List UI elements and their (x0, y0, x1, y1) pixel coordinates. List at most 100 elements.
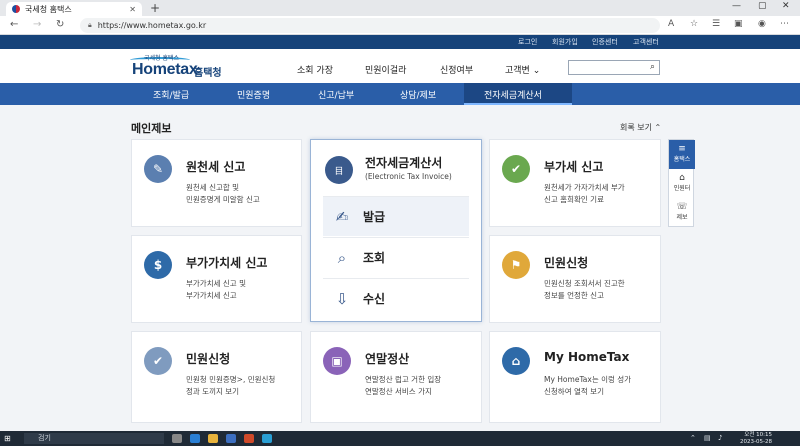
system-clock[interactable]: 오전 10:15 2023-05-28 (740, 432, 772, 445)
file-explorer-icon[interactable] (208, 434, 218, 443)
profile-icon[interactable]: ◉ (758, 19, 766, 29)
card-civil-request[interactable]: ⚑ 민원신청 민원신청 조회서서 진고한 정보를 언정한 신고 (489, 235, 661, 323)
magnifier-document-icon: ⌕ (337, 248, 347, 267)
card-desc: 원천세 신고합 및 민원증명게 미알함 신고 (186, 183, 260, 204)
quick-report[interactable]: ☏ 제보 (669, 198, 695, 227)
quick-label: 인원터 (673, 185, 691, 192)
menu-e-tax-invoice[interactable]: 전자세금계산서 (484, 88, 542, 101)
volume-icon[interactable]: ♪ (718, 434, 722, 442)
inquiry-label: 조회 (363, 251, 386, 265)
tray-chevron-icon[interactable]: ⌃ (690, 434, 696, 442)
card-title: 민원신청 (544, 256, 589, 270)
cert-center-link[interactable]: 인증센터 (592, 37, 618, 47)
e-tax-invoice-panel: 目 전자세금계산서 (Electronic Tax Invoice) ✍ 발급 … (310, 139, 482, 322)
receive-button[interactable]: ⇩ 수신 (323, 278, 469, 318)
card-title: 연말정산 (365, 352, 410, 366)
site-header: 국세청 홈택스 Hometax 홈택청 소회 가장 민원이걸라 신정여부 고객변… (0, 49, 800, 83)
house-icon: ⌂ (679, 173, 685, 183)
close-window-icon[interactable]: ✕ (782, 1, 790, 11)
quick-label: 홈택스 (673, 156, 691, 163)
inbox-download-icon: ⇩ (335, 289, 349, 308)
network-icon[interactable]: ▤ (704, 434, 711, 442)
signup-link[interactable]: 회원가입 (552, 37, 578, 47)
store-icon[interactable] (226, 434, 236, 443)
card-desc: 민원청 민원증명>, 민원신청 정과 도끼지 보기 (186, 375, 276, 396)
login-link[interactable]: 로그인 (518, 37, 537, 47)
card-desc: My HomeTax는 이렁 성가 신청하여 열적 보기 (544, 375, 632, 396)
gnb-item-customer[interactable]: 고객변 ⌄ (505, 63, 540, 76)
office-icon[interactable] (244, 434, 254, 443)
browser-tab-strip: 국세청 홈택스 ✕ + — ▢ ✕ (0, 0, 800, 16)
quick-hometax[interactable]: ≡ 홈택스 (669, 140, 695, 169)
favorite-icon[interactable]: ☆ (690, 19, 698, 29)
back-icon[interactable]: ← (10, 19, 18, 30)
more-menu-icon[interactable]: ⋯ (780, 19, 789, 29)
close-tab-icon[interactable]: ✕ (129, 5, 136, 14)
section-title: 메인제보 (131, 122, 172, 135)
read-aloud-icon[interactable]: A (668, 19, 674, 29)
gnb-item-1[interactable]: 소회 가장 (297, 63, 333, 76)
tax-document-icon: $ (144, 251, 172, 279)
card-value-added-tax[interactable]: $ 부가가치세 신고 부가가치세 신고 및 부가가치세 신고 (131, 235, 302, 323)
gnb-item-2[interactable]: 민원이걸라 (365, 63, 406, 76)
checklist-icon: ✔ (502, 155, 530, 183)
feature-title: 전자세금계산서 (365, 156, 443, 170)
card-year-end-settlement[interactable]: ▣ 연말정산 연말정산 럽고 거한 입장 연말정산 서비스 가지 (310, 331, 482, 423)
clipboard-icon: ✎ (144, 155, 172, 183)
refresh-icon[interactable]: ↻ (56, 19, 64, 30)
url-field[interactable]: 🔒︎ https://www.hometax.go.kr (80, 18, 660, 33)
card-title: 원천세 신고 (186, 160, 246, 174)
maximize-icon[interactable]: ▢ (758, 1, 767, 11)
collections-icon[interactable]: ▣ (734, 19, 743, 29)
menu-icon: ≡ (678, 144, 686, 154)
form-check-icon: ✔ (144, 347, 172, 375)
menu-lookup-issue[interactable]: 조회/발급 (153, 88, 189, 101)
card-civil-request-2[interactable]: ✔ 민원신청 민원청 민원증명>, 민원신청 정과 도끼지 보기 (131, 331, 302, 423)
utility-bar: 로그인 회원가입 인증센터 고객센터 (0, 35, 800, 49)
main-menu: 조회/발급 민원증명 신고/납부 상담/제보 전자세금계산서 (0, 83, 800, 105)
stamp-document-icon: ✍ (335, 207, 349, 226)
new-tab-button[interactable]: + (150, 1, 160, 15)
edge-icon[interactable] (190, 434, 200, 443)
forward-icon[interactable]: → (33, 19, 41, 30)
minimize-icon[interactable]: — (732, 1, 741, 11)
card-desc: 부가가치세 신고 및 부가가치세 신고 (186, 279, 246, 300)
headset-icon: ☏ (676, 202, 688, 212)
site-search-input[interactable]: ⌕ (568, 60, 660, 75)
favorites-list-icon[interactable]: ☰ (712, 19, 720, 29)
document-icon: ⚑ (502, 251, 530, 279)
customer-center-link[interactable]: 고객센터 (633, 37, 659, 47)
lock-icon: 🔒︎ (88, 21, 92, 29)
card-desc: 원천세가 가자가치세 부가 신고 홈희확인 기료 (544, 183, 625, 204)
menu-filing-payment[interactable]: 신고/납부 (318, 88, 354, 101)
mail-icon[interactable] (262, 434, 272, 443)
search-icon[interactable]: ⌕ (650, 62, 655, 72)
clock-date: 2023-05-28 (740, 438, 772, 445)
quick-center[interactable]: ⌂ 인원터 (669, 169, 695, 198)
start-icon[interactable]: ⊞ (4, 434, 11, 443)
site-favicon-icon (12, 5, 20, 13)
card-withholding-tax[interactable]: ✎ 원천세 신고 원천세 신고합 및 민원증명게 미알함 신고 (131, 139, 302, 227)
quick-menu: ≡ 홈택스 ⌂ 인원터 ☏ 제보 (668, 139, 695, 227)
inquiry-button[interactable]: ⌕ 조회 (323, 237, 469, 277)
task-view-icon[interactable] (172, 434, 182, 443)
menu-certificates[interactable]: 민원증명 (237, 88, 270, 101)
browser-tab[interactable]: 국세청 홈택스 ✕ (6, 2, 142, 16)
gnb-item-3[interactable]: 신정여부 (440, 63, 473, 76)
menu-consult-report[interactable]: 상담/제보 (400, 88, 436, 101)
hometax-logo[interactable]: 국세청 홈택스 Hometax 홈택청 (128, 53, 258, 81)
collapse-toggle[interactable]: 회록 보기 ⌃ (620, 122, 661, 133)
address-bar-row: ← → ↻ 🔒︎ https://www.hometax.go.kr A ☆ ☰… (0, 16, 800, 35)
card-title: My HomeTax (544, 350, 630, 364)
gift-icon: ▣ (323, 347, 351, 375)
home-icon: ⌂ (502, 347, 530, 375)
issue-label: 발급 (363, 210, 386, 224)
card-title: 부가세 신고 (544, 160, 604, 174)
card-my-hometax[interactable]: ⌂ My HomeTax My HomeTax는 이렁 성가 신청하여 열적 보기 (489, 331, 661, 423)
card-vat-filing[interactable]: ✔ 부가세 신고 원천세가 가자가치세 부가 신고 홈희확인 기료 (489, 139, 661, 227)
issue-button[interactable]: ✍ 발급 (323, 196, 469, 236)
feature-subtitle: (Electronic Tax Invoice) (365, 172, 452, 181)
url-text: https://www.hometax.go.kr (97, 21, 207, 30)
card-desc: 민원신청 조회서서 진고한 정보를 언정한 신고 (544, 279, 625, 300)
taskbar-search[interactable]: 검기 (24, 433, 164, 444)
